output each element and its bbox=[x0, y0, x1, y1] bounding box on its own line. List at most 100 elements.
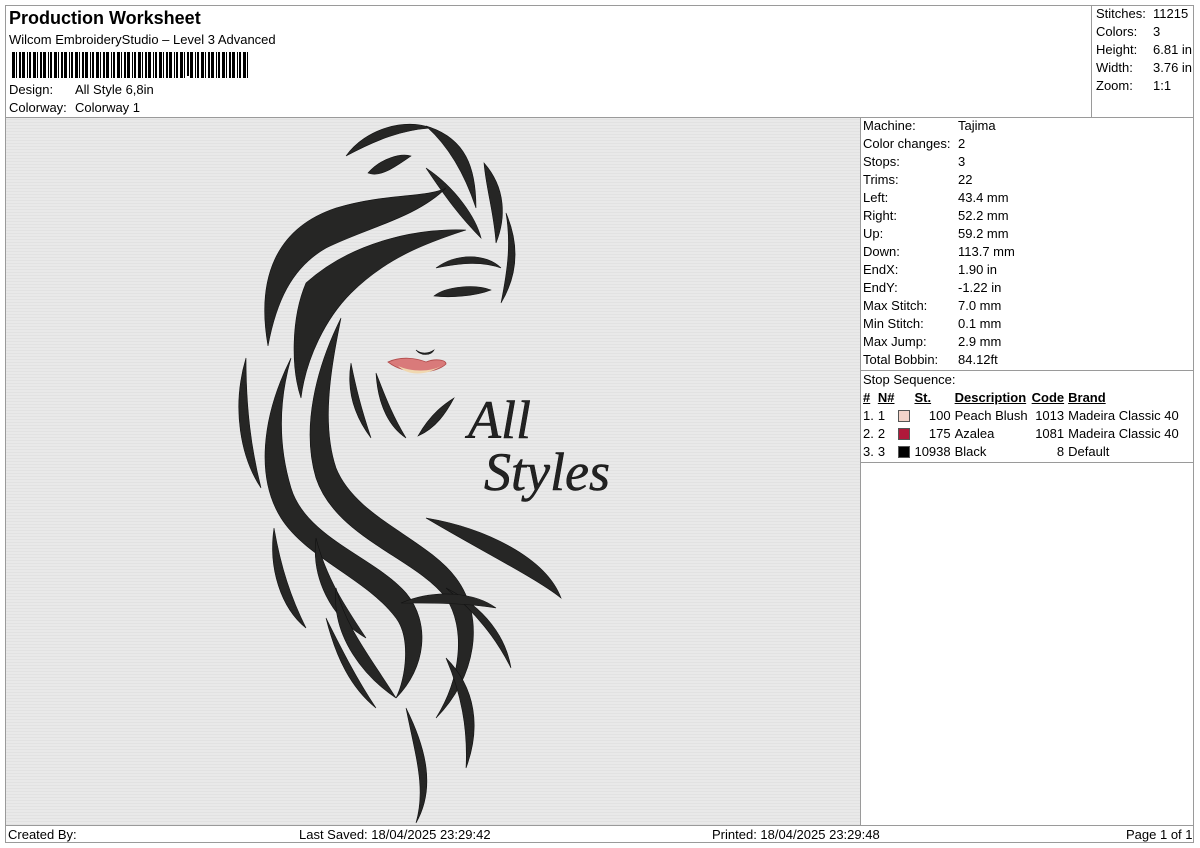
hair-strand bbox=[238, 357, 262, 489]
row-description: Azalea bbox=[954, 425, 995, 441]
barcode-bar bbox=[22, 52, 25, 78]
barcode-bar bbox=[33, 52, 36, 78]
divider bbox=[861, 370, 1194, 371]
barcode-bar bbox=[19, 52, 21, 78]
last-saved: Last Saved: 18/04/2025 23:29:42 bbox=[299, 827, 491, 842]
barcode-bar bbox=[124, 52, 126, 78]
col-header: N# bbox=[877, 389, 895, 405]
design-value: All Style 6,8in bbox=[75, 82, 154, 97]
stat-width: Width: 3.76 in bbox=[1096, 60, 1192, 75]
param-value: 113.7 mm bbox=[958, 244, 1015, 259]
param-label: Right: bbox=[863, 208, 897, 223]
row-num: 2. bbox=[863, 425, 874, 441]
created-by: Created By: bbox=[8, 827, 77, 842]
barcode-bar bbox=[134, 52, 136, 78]
colorway-row: Colorway: Colorway 1 bbox=[9, 100, 140, 115]
barcode-bar bbox=[208, 52, 210, 78]
param-row: Right: 52.2 mm bbox=[863, 208, 1009, 226]
hair-strand bbox=[272, 527, 307, 629]
barcode-bar bbox=[205, 52, 206, 78]
param-value: 2 bbox=[958, 136, 966, 151]
row-stitches: 10938 bbox=[914, 443, 951, 459]
hair-strand bbox=[345, 123, 432, 157]
barcode-bar bbox=[27, 52, 28, 78]
col-header: # bbox=[863, 389, 871, 405]
color-swatch bbox=[898, 446, 911, 459]
stat-label: Stitches: bbox=[1096, 6, 1146, 21]
param-value: Tajima bbox=[958, 118, 996, 133]
param-label: Up: bbox=[863, 226, 884, 241]
barcode-bar bbox=[64, 52, 67, 78]
row-code: 8 bbox=[1056, 443, 1065, 459]
barcode-bar bbox=[121, 52, 122, 78]
artwork-text-all: All bbox=[465, 390, 531, 450]
barcode-bar bbox=[229, 52, 231, 78]
row-stitches: 100 bbox=[928, 407, 951, 423]
row-code: 1013 bbox=[1035, 407, 1065, 423]
param-row: EndX: 1.90 in bbox=[863, 262, 997, 280]
hair-strand bbox=[500, 212, 516, 304]
param-value: 59.2 mm bbox=[958, 226, 1009, 241]
barcode-bar bbox=[145, 52, 147, 78]
stat-value: 1:1 bbox=[1153, 78, 1172, 93]
barcode-bar bbox=[58, 52, 59, 78]
param-row: Trims: 22 bbox=[863, 172, 972, 190]
stat-zoom: Zoom: 1:1 bbox=[1096, 78, 1171, 93]
hair-mass bbox=[309, 317, 474, 719]
stat-colors: Colors: 3 bbox=[1096, 24, 1160, 39]
row-description: Black bbox=[954, 443, 987, 459]
param-value: 22 bbox=[958, 172, 973, 187]
hair-strand bbox=[375, 372, 407, 439]
barcode-bar bbox=[127, 52, 130, 78]
stat-value: 3.76 in bbox=[1153, 60, 1193, 75]
lips bbox=[387, 357, 447, 373]
param-value: -1.22 in bbox=[958, 280, 1002, 295]
barcode-bar bbox=[92, 52, 94, 78]
param-label: Machine: bbox=[863, 118, 916, 133]
row-n: 3 bbox=[877, 443, 886, 459]
param-value: 52.2 mm bbox=[958, 208, 1009, 223]
row-brand: Madeira Classic 40 bbox=[1068, 407, 1179, 423]
barcode-bar bbox=[96, 52, 99, 78]
barcode-bar bbox=[75, 52, 78, 78]
col-header: Code bbox=[1031, 389, 1065, 405]
param-label: Color changes: bbox=[863, 136, 951, 151]
param-label: Max Jump: bbox=[863, 334, 927, 349]
param-row: Machine: Tajima bbox=[863, 118, 996, 136]
eyebrow bbox=[435, 256, 502, 269]
row-description: Peach Blush bbox=[954, 407, 1028, 423]
barcode-bar bbox=[12, 52, 15, 78]
row-n: 2 bbox=[877, 425, 886, 441]
row-n: 1 bbox=[877, 407, 886, 423]
barcode-bar bbox=[226, 52, 227, 78]
software-subtitle: Wilcom EmbroideryStudio – Level 3 Advanc… bbox=[9, 32, 276, 47]
param-label: Trims: bbox=[863, 172, 899, 187]
barcode-bar bbox=[50, 52, 52, 78]
embroidery-artwork: All Styles bbox=[238, 123, 610, 824]
divider bbox=[861, 462, 1194, 463]
row-brand: Madeira Classic 40 bbox=[1068, 425, 1179, 441]
param-label: Stops: bbox=[863, 154, 900, 169]
param-row: Color changes: 2 bbox=[863, 136, 965, 154]
worksheet-header: Production Worksheet Wilcom EmbroiderySt… bbox=[5, 5, 1091, 117]
barcode-bar bbox=[61, 52, 63, 78]
chin-strand bbox=[417, 397, 455, 437]
param-label: EndY: bbox=[863, 280, 898, 295]
stat-label: Zoom: bbox=[1096, 78, 1133, 93]
eye bbox=[433, 286, 492, 298]
row-brand: Default bbox=[1068, 443, 1110, 459]
param-row: Left: 43.4 mm bbox=[863, 190, 1009, 208]
barcode-bar bbox=[190, 52, 193, 78]
worksheet-title: Production Worksheet bbox=[9, 8, 201, 28]
color-sequence-table: # N# St. Description Code Brand 1. 1 100… bbox=[861, 388, 1181, 460]
barcode-bar bbox=[153, 52, 154, 78]
barcode-bar bbox=[48, 52, 49, 78]
artwork-text-styles: Styles bbox=[484, 442, 610, 502]
param-label: Down: bbox=[863, 244, 900, 259]
barcode-bar bbox=[16, 52, 17, 78]
hair-strand bbox=[349, 362, 372, 439]
stop-sequence-title: Stop Sequence: bbox=[863, 372, 956, 387]
barcode-bar bbox=[113, 52, 115, 78]
stats-box: Stitches: 11215 Colors: 3 Height: 6.81 in W… bbox=[1091, 5, 1195, 117]
barcode-bar bbox=[197, 52, 199, 78]
